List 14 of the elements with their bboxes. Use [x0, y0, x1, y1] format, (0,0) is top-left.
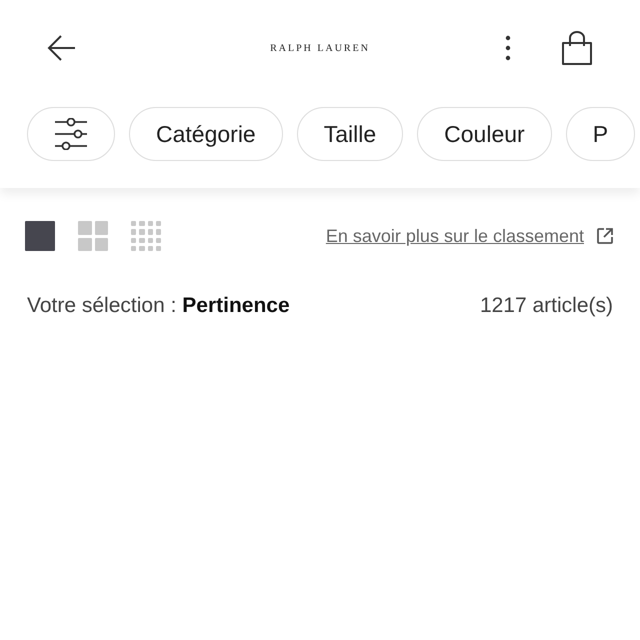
- sort-selection-text: Votre sélection : Pertinence: [27, 294, 290, 318]
- filter-chip[interactable]: Couleur: [417, 107, 552, 161]
- filter-chip[interactable]: Taille: [296, 107, 404, 161]
- sliders-icon: [54, 118, 88, 150]
- external-link-icon[interactable]: [596, 227, 614, 245]
- filter-chip[interactable]: P: [566, 107, 636, 161]
- ranking-info-link[interactable]: En savoir plus sur le classement: [326, 226, 584, 246]
- more-options-icon[interactable]: [505, 35, 511, 61]
- filter-chip[interactable]: Catégorie: [129, 107, 283, 161]
- brand-logo[interactable]: RALPH LAUREN: [270, 43, 370, 54]
- shopping-bag-icon[interactable]: [561, 31, 593, 65]
- item-count: 1217 article(s): [480, 294, 613, 318]
- filter-button[interactable]: [27, 107, 115, 161]
- back-arrow-icon[interactable]: [47, 33, 77, 63]
